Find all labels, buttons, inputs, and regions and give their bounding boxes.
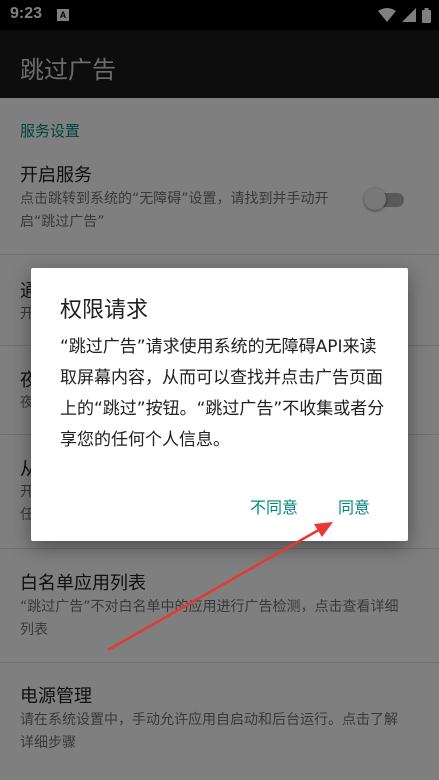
dialog-title: 权限请求 (60, 298, 149, 323)
permission-dialog: 权限请求 “跳过广告”请求使用系统的无障碍API来读取屏幕内容，从而可以查找并点… (31, 268, 408, 541)
disagree-button[interactable]: 不同意 (250, 494, 298, 518)
agree-button[interactable]: 同意 (338, 494, 370, 518)
dialog-message: “跳过广告”请求使用系统的无障碍API来读取屏幕内容，从而可以查找并点击广告页面… (60, 337, 385, 450)
